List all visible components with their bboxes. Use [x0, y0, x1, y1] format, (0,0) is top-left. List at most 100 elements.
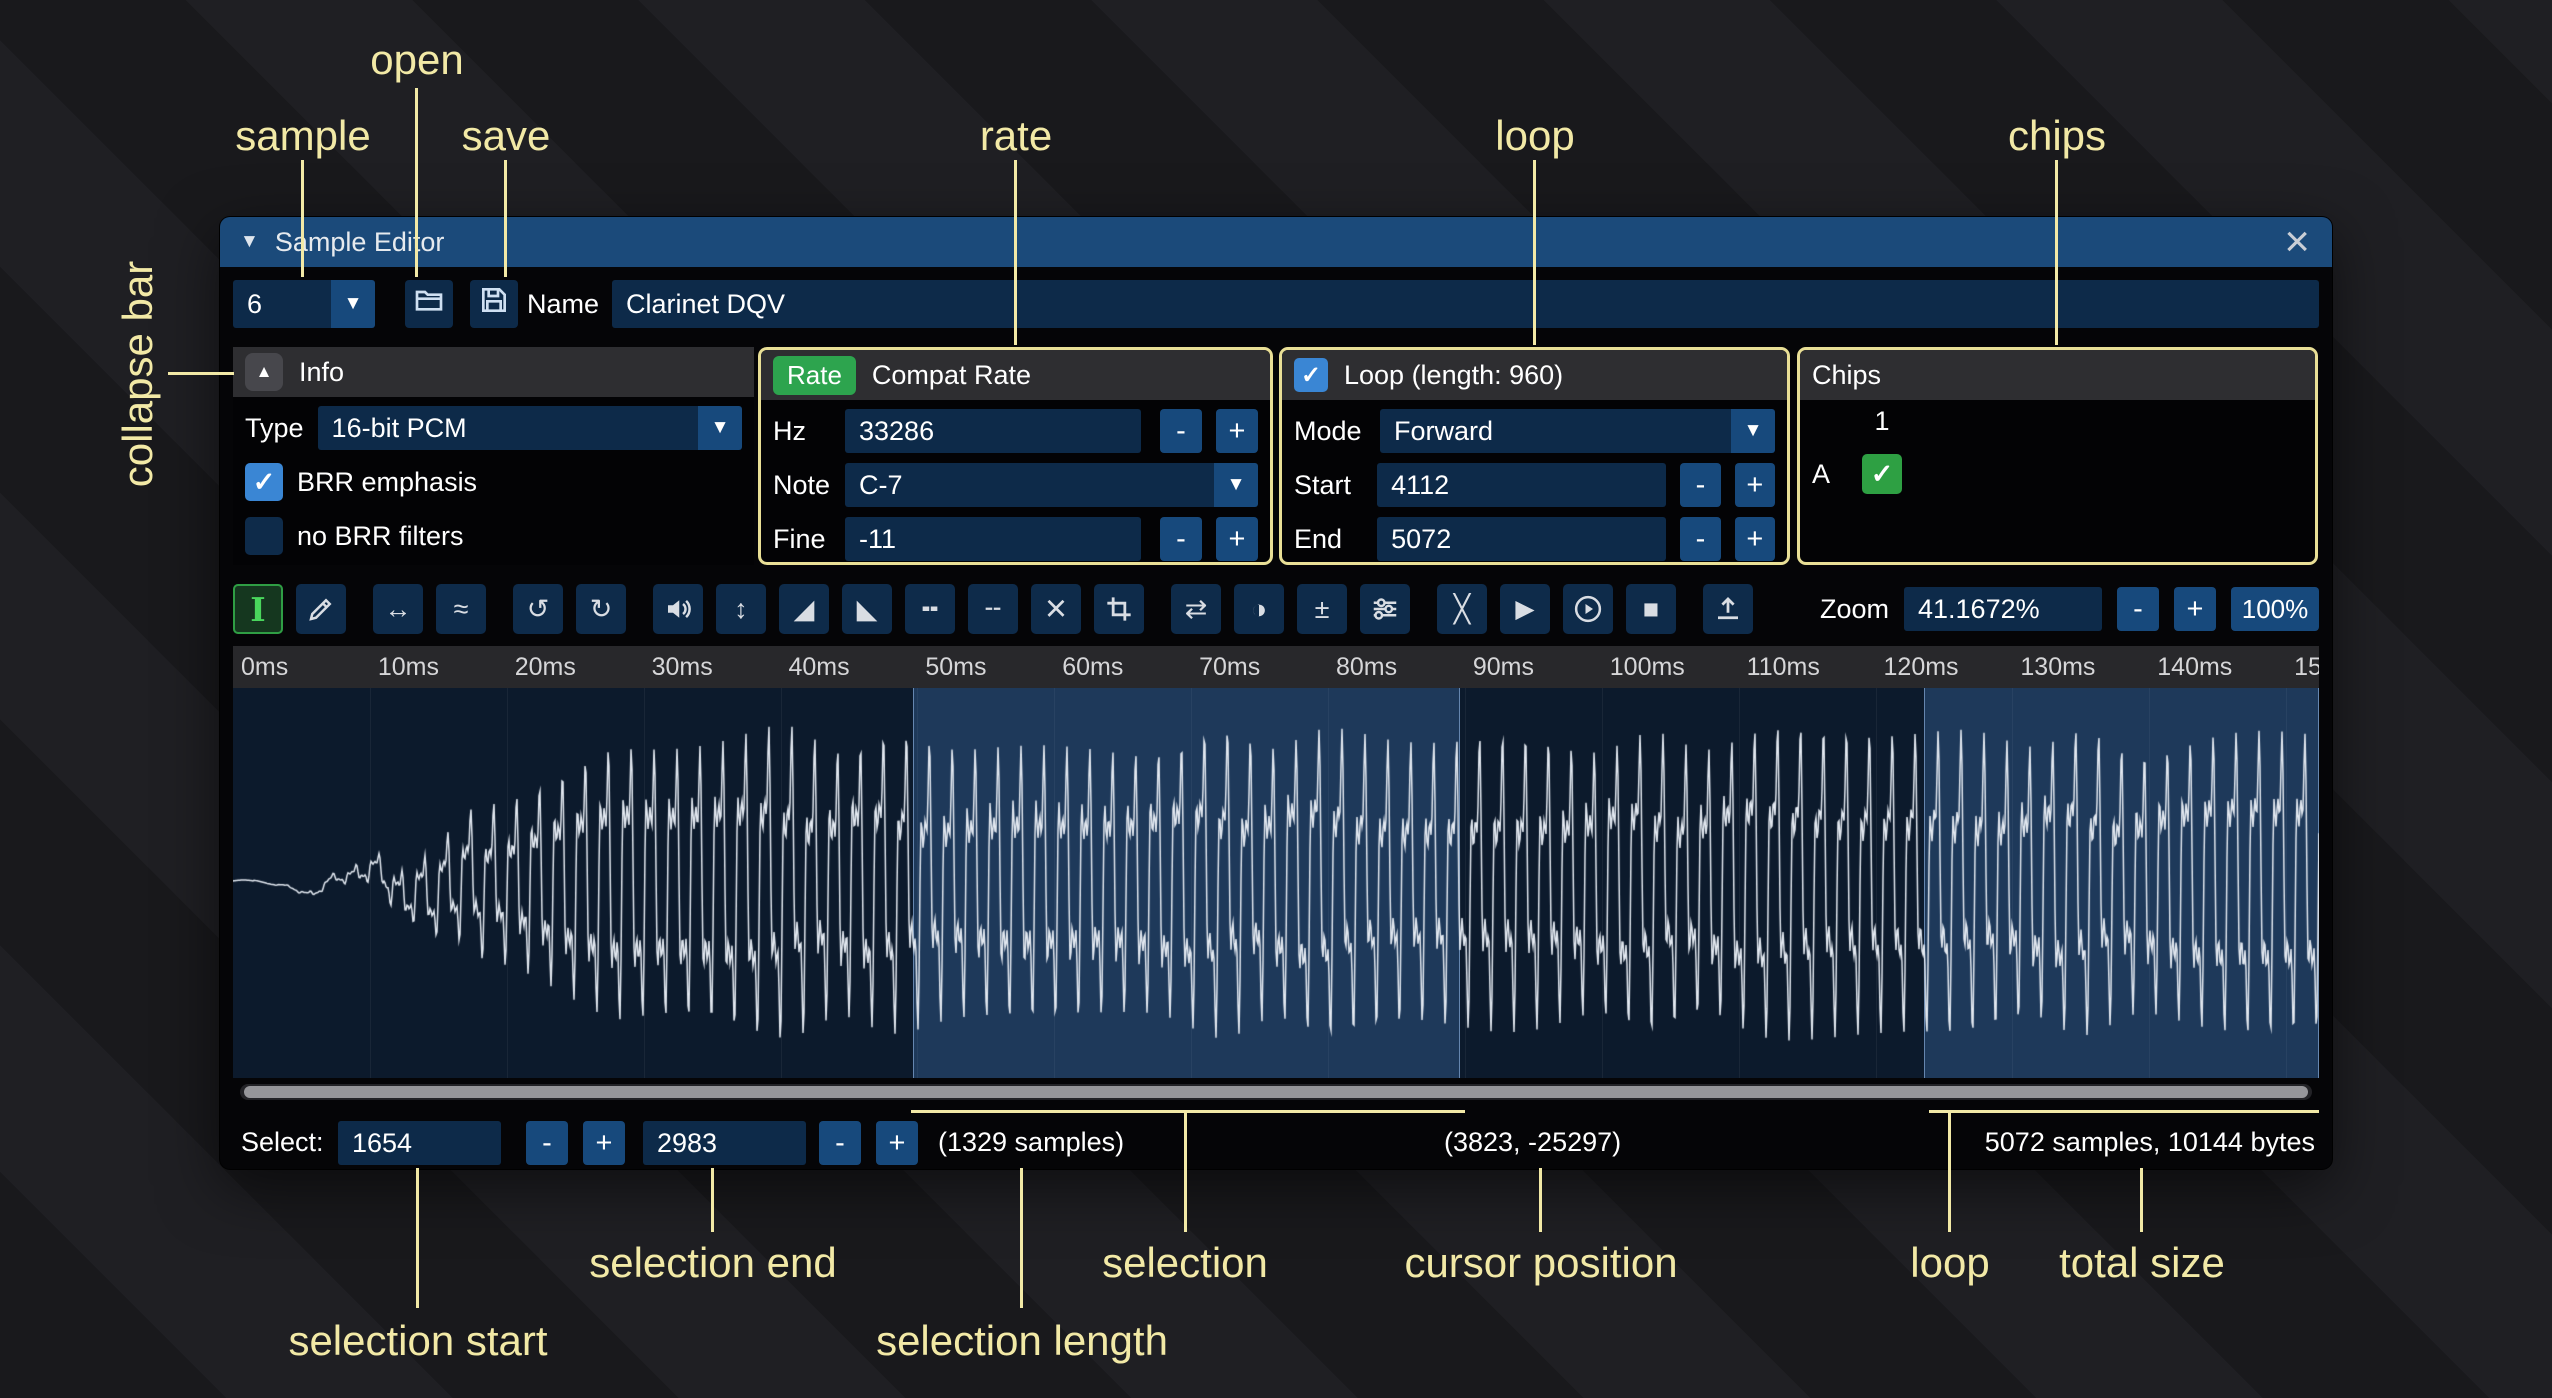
preview-button[interactable]: ▶	[1500, 584, 1550, 634]
selection-start-decrement-button[interactable]: -	[526, 1121, 568, 1165]
resize-button[interactable]: ↔	[373, 584, 423, 634]
fine-input[interactable]: -11	[845, 517, 1141, 561]
timeline-tick: 140ms	[2157, 653, 2232, 682]
insert-silence-button[interactable]: ╍	[905, 584, 955, 634]
delete-button[interactable]: ×	[1031, 584, 1081, 634]
brr-emphasis-label: BRR emphasis	[297, 467, 477, 498]
open-button[interactable]	[405, 280, 453, 328]
fine-decrement-button[interactable]: -	[1160, 517, 1202, 561]
play-region-button[interactable]	[1563, 584, 1613, 634]
fine-increment-button[interactable]: +	[1216, 517, 1258, 561]
timeline-tick: 130ms	[2020, 653, 2095, 682]
chevron-down-icon[interactable]: ▼	[1731, 409, 1775, 453]
trim-icon	[1105, 595, 1133, 623]
sign-button[interactable]: ±	[1297, 584, 1347, 634]
edit-mode-button[interactable]: I	[233, 584, 283, 634]
amplify-icon	[663, 594, 693, 624]
loop-mode-select[interactable]: Forward ▼	[1380, 409, 1775, 453]
loop-enable-checkbox[interactable]: ✓	[1294, 358, 1328, 392]
note-select[interactable]: C-7 ▼	[845, 463, 1258, 507]
titlebar[interactable]: ▼ Sample Editor ×	[220, 217, 2332, 267]
invert-icon: ◑	[1251, 594, 1267, 625]
fade-in-icon: ◢	[794, 594, 815, 625]
stop-button[interactable]: ■	[1626, 584, 1676, 634]
hz-decrement-button[interactable]: -	[1160, 409, 1202, 453]
brr-emphasis-checkbox[interactable]: ✓	[245, 463, 283, 501]
import-button[interactable]	[1703, 584, 1753, 634]
waveform-scrollbar[interactable]	[240, 1084, 2312, 1100]
reverse-button[interactable]: ⇄	[1171, 584, 1221, 634]
sample-select[interactable]: 6 ▼	[233, 280, 375, 328]
annotation-selection-end: selection end	[589, 1239, 837, 1287]
hz-input[interactable]: 33286	[845, 409, 1141, 453]
loop-start-input[interactable]: 4112	[1377, 463, 1666, 507]
loop-end-increment-button[interactable]: +	[1735, 517, 1775, 561]
toolbar-buttons: I ↔ ≈ ↺ ↻ ↕ ◢ ◣ ╍ ╌ × ⇄ ◑ ± ╳ ▶ ■	[233, 584, 1780, 634]
selection-end-input[interactable]: 2983	[643, 1121, 806, 1165]
import-icon	[1713, 594, 1743, 624]
no-brr-filters-checkbox[interactable]	[245, 517, 283, 555]
sign-icon: ±	[1315, 594, 1330, 625]
chips-header-label: Chips	[1812, 360, 1881, 391]
loop-start-increment-button[interactable]: +	[1735, 463, 1775, 507]
zoom-input[interactable]: 41.1672%	[1904, 587, 2102, 631]
waveform-canvas[interactable]	[233, 688, 2319, 1078]
trim-button[interactable]	[1094, 584, 1144, 634]
chips-column-header: 1	[1862, 406, 1902, 437]
loop-end-decrement-button[interactable]: -	[1680, 517, 1720, 561]
hz-increment-button[interactable]: +	[1216, 409, 1258, 453]
filter-icon	[1370, 594, 1400, 624]
note-label: Note	[773, 470, 831, 501]
timeline-tick: 40ms	[789, 653, 850, 682]
selection-end-decrement-button[interactable]: -	[819, 1121, 861, 1165]
annotation-selection: selection	[1102, 1239, 1268, 1287]
selection-start-input[interactable]: 1654	[338, 1121, 501, 1165]
waveform-view[interactable]	[233, 688, 2319, 1078]
annotation-line-save	[504, 160, 507, 277]
close-icon[interactable]: ×	[2284, 220, 2310, 264]
normalize-button[interactable]: ↕	[716, 584, 766, 634]
save-button[interactable]	[470, 280, 518, 328]
chevron-down-icon[interactable]: ▼	[698, 406, 742, 450]
stop-icon: ■	[1643, 594, 1659, 625]
loop-start-decrement-button[interactable]: -	[1680, 463, 1720, 507]
selection-length-text: (1329 samples)	[938, 1127, 1124, 1158]
fade-out-button[interactable]: ◣	[842, 584, 892, 634]
apply-silence-button[interactable]: ╌	[968, 584, 1018, 634]
crossfade-loop-button[interactable]: ╳	[1437, 584, 1487, 634]
scrollbar-thumb[interactable]	[244, 1086, 2308, 1098]
undo-button[interactable]: ↺	[513, 584, 563, 634]
zoom-out-button[interactable]: -	[2117, 587, 2159, 631]
collapse-bar-button[interactable]: ▲	[245, 353, 283, 391]
selection-end-increment-button[interactable]: +	[876, 1121, 918, 1165]
annotation-line-selection	[1184, 1110, 1187, 1232]
timeline-ruler[interactable]: 0ms10ms20ms30ms40ms50ms60ms70ms80ms90ms1…	[233, 646, 2319, 688]
timeline-tick: 20ms	[515, 653, 576, 682]
annotation-line-collapse-bar	[168, 372, 234, 375]
annotation-line-loop-bottom	[1948, 1110, 1951, 1232]
resample-button[interactable]: ≈	[436, 584, 486, 634]
annotation-total-size: total size	[2059, 1239, 2225, 1287]
draw-button[interactable]	[296, 584, 346, 634]
rate-header-label[interactable]: Compat Rate	[872, 360, 1031, 391]
select-label: Select:	[241, 1127, 324, 1158]
filter-button[interactable]	[1360, 584, 1410, 634]
chevron-down-icon[interactable]: ▼	[1214, 463, 1258, 507]
type-select-value: 16-bit PCM	[318, 406, 698, 450]
redo-button[interactable]: ↻	[576, 584, 626, 634]
selection-start-increment-button[interactable]: +	[583, 1121, 625, 1165]
timeline-tick: 10ms	[378, 653, 439, 682]
chevron-down-icon[interactable]: ▼	[331, 280, 375, 328]
edit-mode-icon: I	[250, 590, 265, 629]
invert-button[interactable]: ◑	[1234, 584, 1284, 634]
rate-badge[interactable]: Rate	[773, 356, 856, 395]
amplify-button[interactable]	[653, 584, 703, 634]
loop-end-input[interactable]: 5072	[1377, 517, 1666, 561]
chip-enable-checkbox[interactable]: ✓	[1862, 454, 1902, 494]
window-collapse-icon[interactable]: ▼	[240, 231, 259, 253]
name-input[interactable]: Clarinet DQV	[612, 280, 2319, 328]
zoom-reset-button[interactable]: 100%	[2231, 587, 2319, 631]
fade-in-button[interactable]: ◢	[779, 584, 829, 634]
zoom-in-button[interactable]: +	[2174, 587, 2216, 631]
type-select[interactable]: 16-bit PCM ▼	[318, 406, 742, 450]
